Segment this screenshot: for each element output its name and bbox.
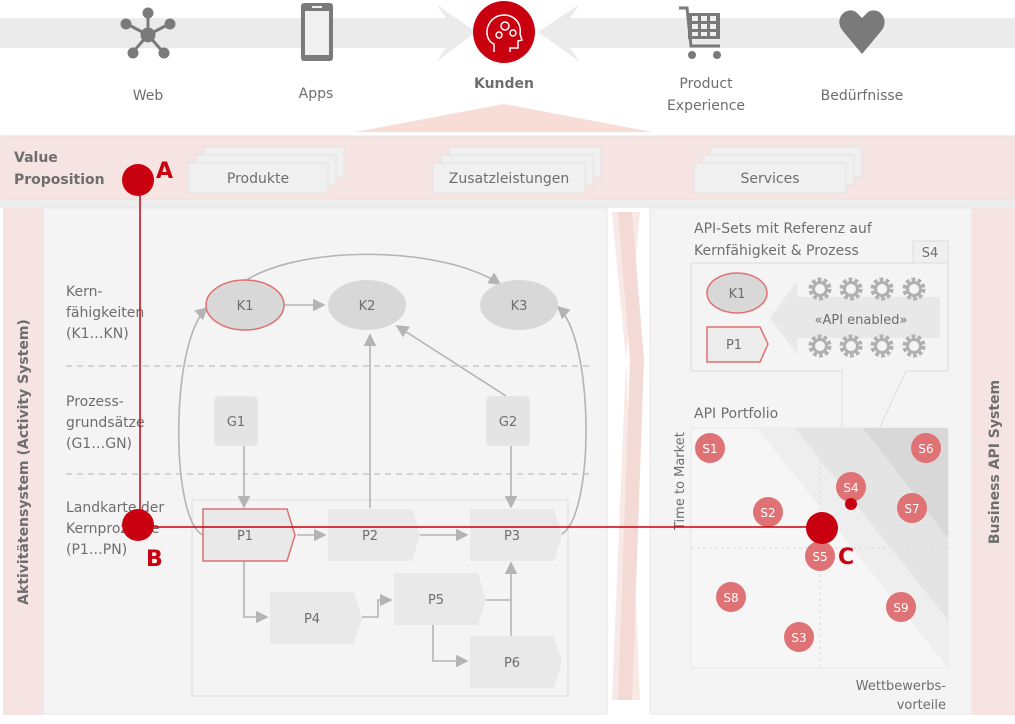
channel-label-beduerfnisse: Bedürfnisse	[821, 88, 904, 104]
api-sets-title-2: Kernfähigkeit & Prozess	[694, 243, 859, 259]
customer-channels: Web Apps Kunden Product Experience Bedür…	[0, 1, 1015, 132]
api-point-label: S9	[893, 601, 908, 615]
s4-marker-dot	[845, 498, 857, 510]
marker-b-label: B	[146, 547, 163, 572]
capability-label: K2	[359, 299, 376, 314]
row-label: fähigkeiten	[66, 305, 144, 321]
api-point-label: S6	[918, 442, 933, 456]
api-set-tab-label: S4	[922, 246, 939, 261]
capability-label: K1	[237, 299, 254, 314]
api-point-label: S8	[723, 591, 738, 605]
api-enabled-label: «API enabled»	[815, 313, 908, 328]
activity-system-title: Aktivitätensystem (Activity System)	[16, 319, 32, 605]
process-label: P1	[237, 529, 253, 544]
process-label: P5	[428, 593, 444, 608]
api-portfolio-title: API Portfolio	[694, 406, 778, 422]
value-proposition-title-2: Proposition	[14, 172, 105, 188]
marker-a-label: A	[156, 159, 173, 184]
marker-c[interactable]	[806, 512, 838, 544]
value-box-label: Zusatzleistungen	[449, 171, 569, 187]
row-label: (K1…KN)	[66, 326, 129, 342]
process-label: P2	[362, 529, 378, 544]
chevron-divider	[612, 212, 644, 700]
principle-label: G1	[227, 415, 245, 430]
capability-label: K3	[511, 299, 528, 314]
x-axis-label: Wettbewerbs-	[856, 679, 947, 694]
channel-label-kunden: Kunden	[474, 76, 534, 92]
api-point-label: S4	[843, 481, 858, 495]
left-arrow-band	[0, 4, 476, 62]
diagram: Web Apps Kunden Product Experience Bedür…	[0, 1, 1015, 715]
process-label: P3	[504, 529, 520, 544]
row-label: Prozess-	[66, 394, 124, 410]
channel-label-web: Web	[133, 88, 164, 104]
value-box-0[interactable]: Produkte	[187, 146, 345, 194]
api-sets-title: API-Sets mit Referenz auf	[694, 221, 873, 237]
api-point-label: S5	[812, 550, 827, 564]
marker-b[interactable]	[122, 509, 154, 541]
marker-c-label: C	[838, 545, 854, 570]
principle-label: G2	[499, 415, 517, 430]
value-box-1[interactable]: Zusatzleistungen	[432, 146, 602, 194]
api-point-label: S7	[904, 502, 919, 516]
row-label: (P1…PN)	[66, 542, 127, 558]
row-label: (G1…GN)	[66, 436, 132, 452]
process-label: P6	[504, 656, 520, 671]
channel-label-experience: Experience	[667, 98, 745, 114]
separator-band	[0, 200, 1015, 208]
api-set-process-label: P1	[726, 338, 742, 353]
row-label: Landkarte der	[66, 500, 164, 516]
api-set-capability-label: K1	[729, 287, 746, 302]
channel-label-apps: Apps	[299, 86, 334, 102]
api-system-title: Business API System	[987, 380, 1003, 544]
value-box-2[interactable]: Services	[693, 146, 863, 194]
head-gears-icon	[473, 1, 535, 63]
api-point-label: S2	[760, 506, 775, 520]
value-box-label: Produkte	[227, 171, 289, 187]
value-proposition-title: Value	[14, 150, 58, 166]
row-label: grundsätze	[66, 415, 145, 431]
process-label: P4	[304, 612, 320, 627]
api-point-label: S1	[702, 442, 717, 456]
kunden-pointer	[355, 104, 652, 132]
y-axis-label: Time to Market	[673, 432, 688, 531]
api-point-label: S3	[791, 631, 806, 645]
value-box-label: Services	[740, 171, 799, 187]
marker-a[interactable]	[122, 164, 154, 196]
right-arrow-band	[538, 4, 1015, 62]
channel-label-product: Product	[679, 76, 733, 92]
row-label: Kern-	[66, 284, 103, 300]
x-axis-label-2: vorteile	[897, 698, 946, 713]
smartphone-icon	[301, 3, 333, 61]
